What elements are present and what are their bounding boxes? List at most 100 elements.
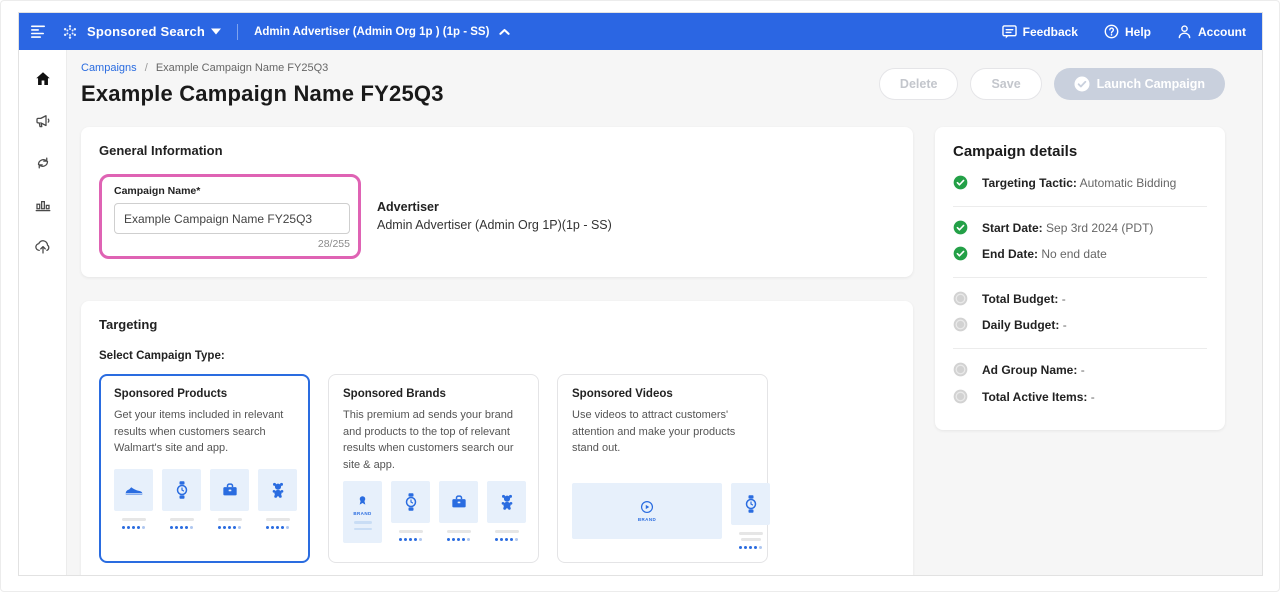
type-title: Sponsored Products: [114, 388, 295, 400]
detail-value: -: [1062, 292, 1066, 306]
detail-row-total-budget: Total Budget: -: [953, 292, 1207, 308]
advertiser-info: Advertiser Admin Advertiser (Admin Org 1…: [377, 200, 612, 259]
type-description: This premium ad sends your brand and pro…: [343, 407, 524, 473]
advertiser-label: Advertiser: [377, 200, 612, 214]
topbar-divider: [237, 24, 238, 40]
status-pending-icon: [953, 389, 968, 404]
breadcrumb-campaigns-link[interactable]: Campaigns: [81, 62, 137, 74]
sidebar-item-upload[interactable]: [34, 238, 52, 256]
skeleton-line: [218, 518, 242, 521]
detail-row-end-date: End Date: No end date: [953, 247, 1207, 263]
account-icon: [1177, 24, 1192, 39]
account-button[interactable]: Account: [1177, 24, 1246, 39]
detail-label: Targeting Tactic:: [982, 176, 1077, 190]
campaign-type-sponsored-brands[interactable]: Sponsored Brands This premium ad sends y…: [328, 374, 539, 563]
type-description: Get your items included in relevant resu…: [114, 407, 295, 457]
detail-label: Ad Group Name:: [982, 363, 1077, 377]
skeleton-line: [741, 538, 761, 541]
rating-stars: [170, 526, 194, 529]
campaign-type-sponsored-products[interactable]: Sponsored Products Get your items includ…: [99, 374, 310, 563]
type-title: Sponsored Brands: [343, 388, 524, 400]
account-label: Account: [1198, 25, 1246, 39]
divider: [953, 277, 1207, 278]
skeleton-line: [399, 530, 423, 533]
delete-button[interactable]: Delete: [879, 68, 959, 100]
detail-value: -: [1063, 318, 1067, 332]
feedback-icon: [1002, 25, 1017, 39]
feedback-label: Feedback: [1023, 25, 1078, 39]
teddy-bear-icon: [258, 469, 297, 511]
campaign-name-input[interactable]: [114, 203, 350, 234]
general-information-card: General Information Campaign Name* 28/25…: [81, 127, 913, 277]
detail-label: Total Active Items:: [982, 390, 1087, 404]
rating-stars: [399, 538, 423, 541]
breadcrumb: Campaigns / Example Campaign Name FY25Q3: [81, 62, 444, 74]
detail-value: -: [1091, 390, 1095, 404]
rating-stars: [447, 538, 471, 541]
chevron-down-icon[interactable]: [211, 28, 221, 35]
watch-icon: [162, 469, 201, 511]
detail-row-ad-group-name: Ad Group Name: -: [953, 363, 1207, 379]
sidebar-item-sync[interactable]: [34, 154, 52, 172]
detail-label: Daily Budget:: [982, 318, 1059, 332]
skeleton-line: [122, 518, 146, 521]
divider: [953, 206, 1207, 207]
detail-row-targeting-tactic: Targeting Tactic: Automatic Bidding: [953, 176, 1207, 192]
detail-row-start-date: Start Date: Sep 3rd 2024 (PDT): [953, 221, 1207, 237]
rating-stars: [495, 538, 519, 541]
skeleton-line: [495, 530, 519, 533]
targeting-heading: Targeting: [99, 317, 895, 332]
skeleton-line: [266, 518, 290, 521]
sidebar-item-campaigns[interactable]: [34, 112, 52, 130]
rating-stars: [266, 526, 290, 529]
skeleton-line: [739, 532, 763, 535]
detail-row-total-active-items: Total Active Items: -: [953, 390, 1207, 406]
main-content: Campaigns / Example Campaign Name FY25Q3…: [67, 50, 1262, 576]
teddy-bear-icon: [487, 481, 526, 523]
help-icon: [1104, 24, 1119, 39]
video-brand-tile: BRAND: [572, 483, 722, 539]
rating-stars: [218, 526, 242, 529]
save-button[interactable]: Save: [970, 68, 1041, 100]
skeleton-line: [170, 518, 194, 521]
char-counter: 28/255: [114, 238, 350, 250]
page-title: Example Campaign Name FY25Q3: [81, 81, 444, 107]
sidebar-item-reports[interactable]: [34, 196, 52, 214]
watch-icon: [391, 481, 430, 523]
skeleton-line: [354, 521, 372, 524]
detail-row-daily-budget: Daily Budget: -: [953, 318, 1207, 334]
launch-campaign-button[interactable]: Launch Campaign: [1054, 68, 1225, 100]
status-done-icon: [953, 220, 968, 235]
status-pending-icon: [953, 317, 968, 332]
help-button[interactable]: Help: [1104, 24, 1151, 39]
top-navigation-bar: Sponsored Search Admin Advertiser (Admin…: [19, 13, 1262, 50]
status-done-icon: [953, 175, 968, 190]
skeleton-line: [354, 528, 372, 531]
rating-stars: [739, 546, 763, 549]
advertiser-selector[interactable]: Admin Advertiser (Admin Org 1p ) (1p - S…: [254, 26, 510, 38]
campaign-details-panel: Campaign details Targeting Tactic: Autom…: [935, 127, 1225, 430]
left-sidebar: [19, 50, 67, 576]
detail-label: End Date:: [982, 247, 1038, 261]
brand-label: BRAND: [638, 517, 656, 522]
chevron-up-icon: [499, 28, 510, 36]
menu-hamburger-icon[interactable]: [31, 25, 47, 39]
toolbox-icon: [210, 469, 249, 511]
sidebar-item-home[interactable]: [34, 70, 52, 88]
feedback-button[interactable]: Feedback: [1002, 25, 1078, 39]
brand-badge-tile: BRAND: [343, 481, 382, 543]
rating-stars: [122, 526, 146, 529]
targeting-card: Targeting Select Campaign Type: Sponsore…: [81, 301, 913, 576]
campaign-name-label: Campaign Name*: [114, 185, 346, 197]
advertiser-value: Admin Advertiser (Admin Org 1P)(1p - SS): [377, 218, 612, 232]
shoe-icon: [114, 469, 153, 511]
campaign-name-highlight: Campaign Name* 28/255: [99, 174, 361, 259]
skeleton-line: [447, 530, 471, 533]
walmart-spark-logo-icon: [61, 23, 79, 41]
detail-value: No end date: [1041, 247, 1106, 261]
campaign-details-heading: Campaign details: [953, 143, 1207, 160]
campaign-type-sponsored-videos[interactable]: Sponsored Videos Use videos to attract c…: [557, 374, 768, 563]
product-name[interactable]: Sponsored Search: [87, 24, 205, 39]
breadcrumb-separator: /: [145, 62, 148, 74]
type-title: Sponsored Videos: [572, 388, 753, 400]
